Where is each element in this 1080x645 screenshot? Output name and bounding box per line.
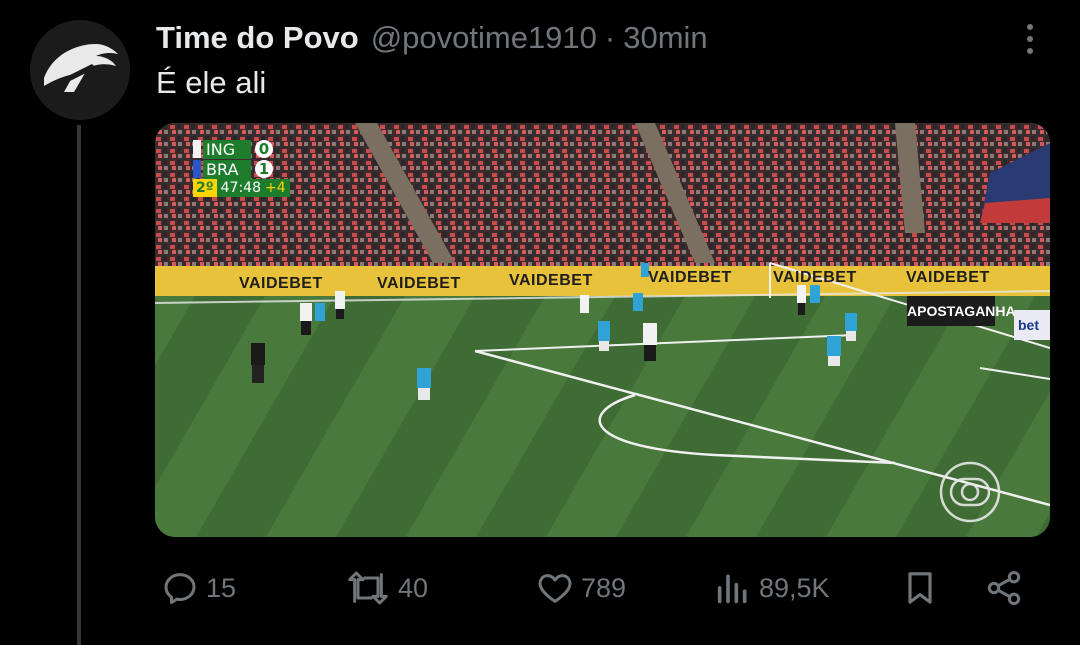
side-ad-board: APOSTAGANHA — [907, 296, 1016, 326]
team-logo-icon — [30, 20, 130, 120]
share-button[interactable] — [984, 560, 1024, 616]
action-bar: 15 40 789 89,5K — [0, 560, 1080, 616]
author-handle[interactable]: @povotime1910 — [371, 20, 597, 56]
half-indicator: 2º — [193, 179, 217, 197]
repost-button[interactable]: 40 — [344, 560, 428, 616]
more-dots-icon — [1027, 24, 1033, 30]
tweet-header: Time do Povo @povotime1910 · 30min — [156, 16, 708, 60]
team1-score: 0 — [255, 140, 273, 158]
heart-icon — [538, 574, 572, 603]
england-flag-icon — [193, 140, 201, 158]
views-count: 89,5K — [759, 572, 830, 603]
tweet-media-image[interactable]: VAIDEBET VAIDEBET VAIDEBET VAIDEBET VAID… — [155, 123, 1050, 537]
ad-board-text: VAIDEBET — [239, 275, 323, 292]
side-ad-board-2: bet — [1014, 310, 1050, 340]
author-name[interactable]: Time do Povo — [156, 20, 359, 56]
like-count: 789 — [581, 572, 627, 603]
scorebug-team1-row: ING 0 — [193, 139, 290, 159]
match-clock: 47:48 — [220, 180, 261, 196]
ad-board-text: VAIDEBET — [648, 269, 732, 286]
ad-board-text: VAIDEBET — [906, 269, 990, 286]
team2-name: BRA — [203, 159, 251, 179]
team2-score: 1 — [255, 160, 273, 178]
tweet-text: É ele ali — [156, 65, 267, 100]
reply-icon — [164, 573, 196, 604]
repost-icon — [348, 571, 388, 605]
scorebug-clock-row: 2º 47:48 +4 — [193, 179, 290, 197]
ad-board-text: VAIDEBET — [377, 275, 461, 292]
views-button[interactable]: 89,5K — [713, 560, 830, 616]
added-time: +4 — [265, 180, 286, 196]
like-button[interactable]: 789 — [535, 560, 626, 616]
more-options-button[interactable] — [1016, 22, 1044, 56]
repost-count: 40 — [398, 572, 429, 603]
scorebug: ING 0 BRA 1 2º 47:48 +4 — [193, 139, 290, 197]
views-chart-icon — [717, 574, 747, 604]
reply-count: 15 — [206, 572, 237, 603]
timestamp[interactable]: 30min — [623, 20, 707, 56]
bookmark-icon — [908, 572, 932, 604]
reply-button[interactable]: 15 — [160, 560, 236, 616]
ad-board-text: VAIDEBET — [509, 272, 593, 289]
ad-board-text: VAIDEBET — [773, 269, 857, 286]
scorebug-team2-row: BRA 1 — [193, 159, 290, 179]
bookmark-button[interactable] — [900, 560, 940, 616]
brazil-flag-icon — [193, 160, 201, 178]
avatar[interactable] — [30, 20, 130, 120]
separator: · — [604, 20, 616, 55]
team1-name: ING — [203, 139, 251, 159]
share-icon — [987, 571, 1021, 605]
